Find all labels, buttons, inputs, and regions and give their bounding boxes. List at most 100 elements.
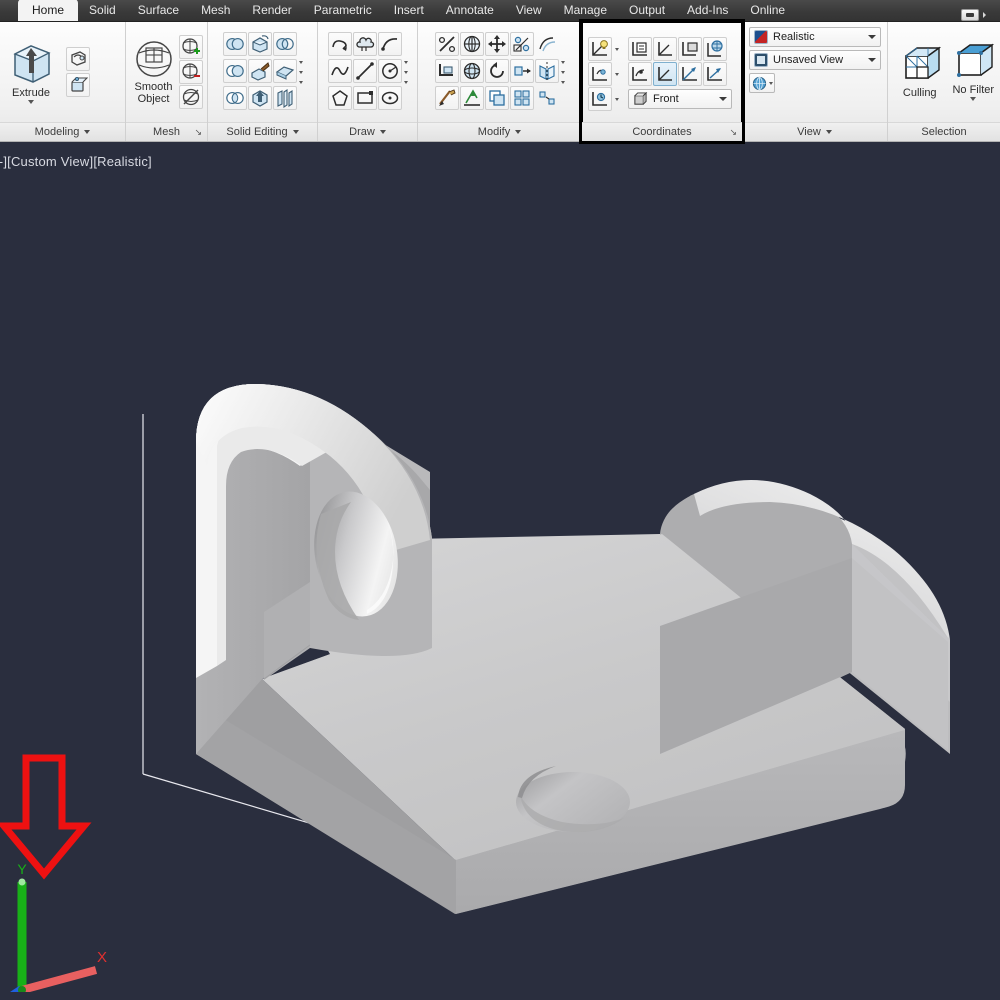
- chevron-down-icon[interactable]: [379, 130, 386, 134]
- panel-label-mesh[interactable]: Mesh ↘: [126, 122, 207, 141]
- tab-annotate[interactable]: Annotate: [435, 0, 505, 21]
- solid-history-button[interactable]: [66, 73, 90, 97]
- panel-dialog-launcher-mesh[interactable]: ↘: [194, 123, 202, 142]
- imprint-button[interactable]: [272, 59, 297, 83]
- ucs-face-button[interactable]: [678, 37, 702, 61]
- chevron-down-icon[interactable]: [868, 35, 876, 39]
- solid-editing-caret-1[interactable]: [298, 60, 303, 64]
- ucs-view-button[interactable]: [703, 37, 727, 61]
- draw-caret-3[interactable]: [403, 80, 408, 84]
- 3d-model-bracket[interactable]: [0, 142, 1000, 1000]
- visual-style-dropdown[interactable]: Realistic: [749, 27, 881, 47]
- tab-solid[interactable]: Solid: [78, 0, 127, 21]
- smooth-object-button[interactable]: Smooth Object: [131, 40, 177, 105]
- tab-mesh[interactable]: Mesh: [190, 0, 241, 21]
- panel-label-modeling[interactable]: Modeling: [0, 122, 125, 141]
- no-filter-dropdown-caret[interactable]: [970, 97, 977, 101]
- chevron-down-icon[interactable]: [768, 81, 773, 85]
- tab-output[interactable]: Output: [618, 0, 676, 21]
- circle-button[interactable]: [377, 59, 402, 83]
- separate-button[interactable]: [272, 86, 297, 110]
- ucs-y-button[interactable]: [678, 62, 702, 86]
- union-button[interactable]: [222, 32, 247, 56]
- mirror-button[interactable]: [534, 59, 559, 83]
- array-button[interactable]: [509, 86, 534, 110]
- spline-button[interactable]: [327, 59, 352, 83]
- polyline-button[interactable]: [327, 32, 352, 56]
- extrude-dropdown-caret[interactable]: [28, 100, 34, 104]
- ucs-z-button[interactable]: [703, 62, 727, 86]
- drawing-viewport[interactable]: [-][Custom View][Realistic] Y X: [0, 142, 1000, 1000]
- move-button[interactable]: [484, 32, 509, 56]
- revision-cloud-button[interactable]: [352, 32, 377, 56]
- caret-icon[interactable]: [983, 12, 986, 18]
- modify-caret-1[interactable]: [560, 60, 565, 64]
- ucs-world-button[interactable]: [588, 37, 612, 61]
- chevron-down-icon[interactable]: [84, 130, 91, 134]
- panel-dialog-launcher-coordinates[interactable]: ↘: [729, 123, 737, 142]
- copy-button[interactable]: [484, 86, 509, 110]
- presspull-button[interactable]: [66, 47, 90, 71]
- panel-toggle-icon[interactable]: [961, 9, 979, 21]
- viewport-config-button[interactable]: [749, 73, 775, 93]
- offset-button[interactable]: [535, 32, 559, 56]
- ellipse-button[interactable]: [377, 86, 402, 110]
- 3d-align-button[interactable]: [459, 86, 484, 110]
- polygon-button[interactable]: [327, 86, 352, 110]
- ucs-named-view-dropdown[interactable]: Front: [628, 89, 732, 109]
- solid-editing-caret-2[interactable]: [298, 70, 303, 74]
- panel-label-solid-editing[interactable]: Solid Editing: [208, 122, 317, 141]
- modify-caret-2[interactable]: [560, 70, 565, 74]
- chevron-down-icon[interactable]: [719, 97, 727, 101]
- solid-editing-caret-3[interactable]: [298, 80, 303, 84]
- modify-caret-3[interactable]: [560, 80, 565, 84]
- line-button[interactable]: [352, 59, 377, 83]
- named-view-dropdown[interactable]: Unsaved View: [749, 50, 881, 70]
- draw-caret-2[interactable]: [403, 70, 408, 74]
- panel-label-modify[interactable]: Modify: [418, 122, 581, 141]
- ucs-previous-caret[interactable]: [615, 97, 619, 101]
- ucs-z-axis-button[interactable]: [653, 37, 677, 61]
- tab-view[interactable]: View: [505, 0, 553, 21]
- shell-button[interactable]: [272, 32, 297, 56]
- trim-button[interactable]: [434, 32, 459, 56]
- chevron-down-icon[interactable]: [292, 130, 299, 134]
- extrude-face-button[interactable]: [247, 86, 272, 110]
- taper-face-button[interactable]: [247, 59, 272, 83]
- panel-label-selection[interactable]: Selection: [888, 122, 1000, 141]
- rectangle-button[interactable]: [352, 86, 377, 110]
- panel-label-view[interactable]: View: [742, 122, 887, 141]
- ucs-world-caret[interactable]: [615, 47, 619, 51]
- ucs-origin-button[interactable]: [588, 62, 612, 86]
- 3d-rotate-button[interactable]: [459, 59, 484, 83]
- culling-button[interactable]: Culling: [896, 46, 944, 99]
- tab-render[interactable]: Render: [241, 0, 302, 21]
- no-filter-button[interactable]: No Filter: [950, 43, 998, 101]
- tab-manage[interactable]: Manage: [553, 0, 618, 21]
- tab-add-ins[interactable]: Add-Ins: [676, 0, 739, 21]
- smooth-less-button[interactable]: [178, 60, 203, 84]
- scale-button[interactable]: [509, 32, 534, 56]
- intersect-button[interactable]: [222, 86, 247, 110]
- chevron-down-icon[interactable]: [825, 130, 832, 134]
- rotate-button[interactable]: [484, 59, 509, 83]
- ucs-named-button[interactable]: [628, 37, 652, 61]
- panel-label-draw[interactable]: Draw: [318, 122, 417, 141]
- ucs-3point-button[interactable]: [628, 62, 652, 86]
- tab-insert[interactable]: Insert: [383, 0, 435, 21]
- chevron-down-icon[interactable]: [515, 130, 522, 134]
- ucs-origin-caret[interactable]: [615, 72, 619, 76]
- ucs-previous-button[interactable]: [588, 87, 612, 111]
- chevron-down-icon[interactable]: [868, 58, 876, 62]
- arc-button[interactable]: [377, 32, 402, 56]
- smooth-more-button[interactable]: [178, 35, 203, 59]
- fillet-edge-button[interactable]: [434, 59, 459, 83]
- tab-parametric[interactable]: Parametric: [303, 0, 383, 21]
- tab-home[interactable]: Home: [18, 0, 79, 21]
- stretch-button[interactable]: [509, 59, 534, 83]
- subtract-button[interactable]: [222, 59, 247, 83]
- ucs-x-button[interactable]: [653, 62, 677, 86]
- tab-online[interactable]: Online: [739, 0, 796, 21]
- draw-caret-1[interactable]: [403, 60, 408, 64]
- solid-edit-button[interactable]: [247, 32, 272, 56]
